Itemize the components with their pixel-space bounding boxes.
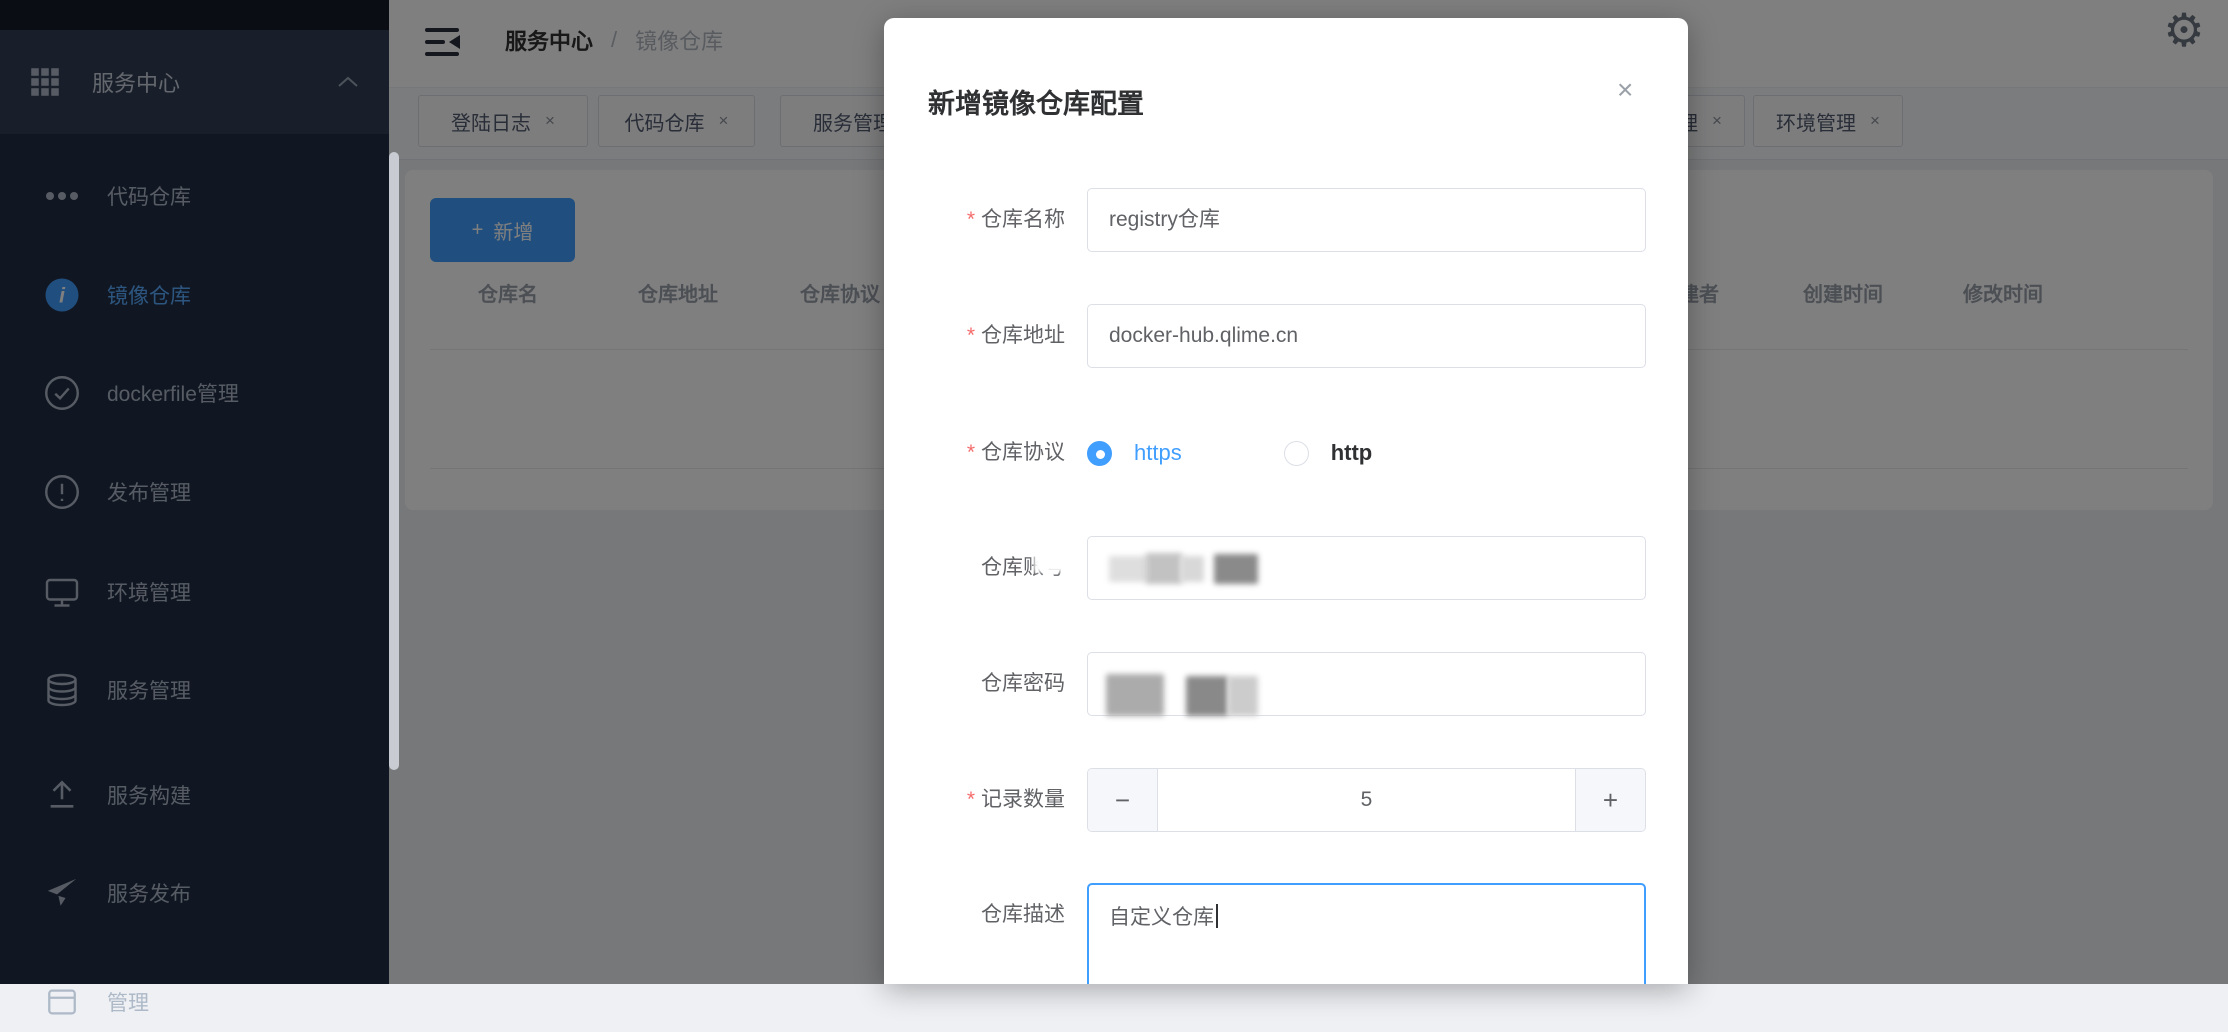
redacted-password-block <box>1186 676 1228 716</box>
add-image-repo-dialog: 新增镜像仓库配置 × * 仓库名称 registry仓库 * 仓库地址 docker… <box>884 18 1688 984</box>
text-caret <box>1216 904 1218 928</box>
repo-name-input[interactable]: registry仓库 <box>1087 188 1646 252</box>
required-marker: * <box>966 788 975 811</box>
required-marker: * <box>966 441 975 464</box>
repo-address-input[interactable]: docker-hub.qlime.cn <box>1087 304 1646 368</box>
sidebar-item-label: 管理 <box>107 992 149 1015</box>
field-label-address: * 仓库地址 <box>966 324 1065 347</box>
redacted-account-block <box>1214 554 1258 584</box>
repo-address-value: docker-hub.qlime.cn <box>1109 324 1299 347</box>
decrement-button[interactable]: − <box>1088 769 1158 831</box>
close-icon[interactable]: × <box>1617 74 1633 106</box>
protocol-radio-group: https http <box>1087 421 1372 485</box>
radio-https[interactable] <box>1087 440 1112 466</box>
redacted-account-block <box>1109 556 1149 582</box>
redacted-password-block <box>1228 676 1258 716</box>
window-icon <box>42 982 82 1022</box>
repo-desc-textarea[interactable]: 自定义仓库 <box>1087 883 1646 984</box>
dialog-title: 新增镜像仓库配置 <box>928 89 1144 119</box>
redacted-password-block <box>1106 674 1164 716</box>
repo-desc-value: 自定义仓库 <box>1109 906 1214 929</box>
record-count-value[interactable]: 5 <box>1158 769 1575 831</box>
radio-https-label[interactable]: https <box>1134 440 1182 466</box>
redacted-account-block <box>1180 556 1204 582</box>
sidebar-scrollbar-thumb[interactable] <box>389 152 399 770</box>
field-label-password: 仓库密码 <box>981 672 1065 695</box>
redaction-patch <box>1034 540 1076 572</box>
radio-http[interactable] <box>1283 440 1309 466</box>
increment-button[interactable]: + <box>1575 769 1645 831</box>
field-label-desc: 仓库描述 <box>981 903 1065 926</box>
redacted-account-block <box>1146 553 1182 584</box>
radio-http-label[interactable]: http <box>1331 440 1373 466</box>
field-label-count: * 记录数量 <box>966 788 1065 811</box>
record-count-stepper: − 5 + <box>1087 768 1646 832</box>
required-marker: * <box>966 324 975 347</box>
required-marker: * <box>966 208 975 231</box>
repo-password-input[interactable] <box>1087 652 1646 716</box>
field-label-protocol: * 仓库协议 <box>966 441 1065 464</box>
field-label-name: * 仓库名称 <box>966 208 1065 231</box>
repo-name-value: registry仓库 <box>1109 208 1220 231</box>
